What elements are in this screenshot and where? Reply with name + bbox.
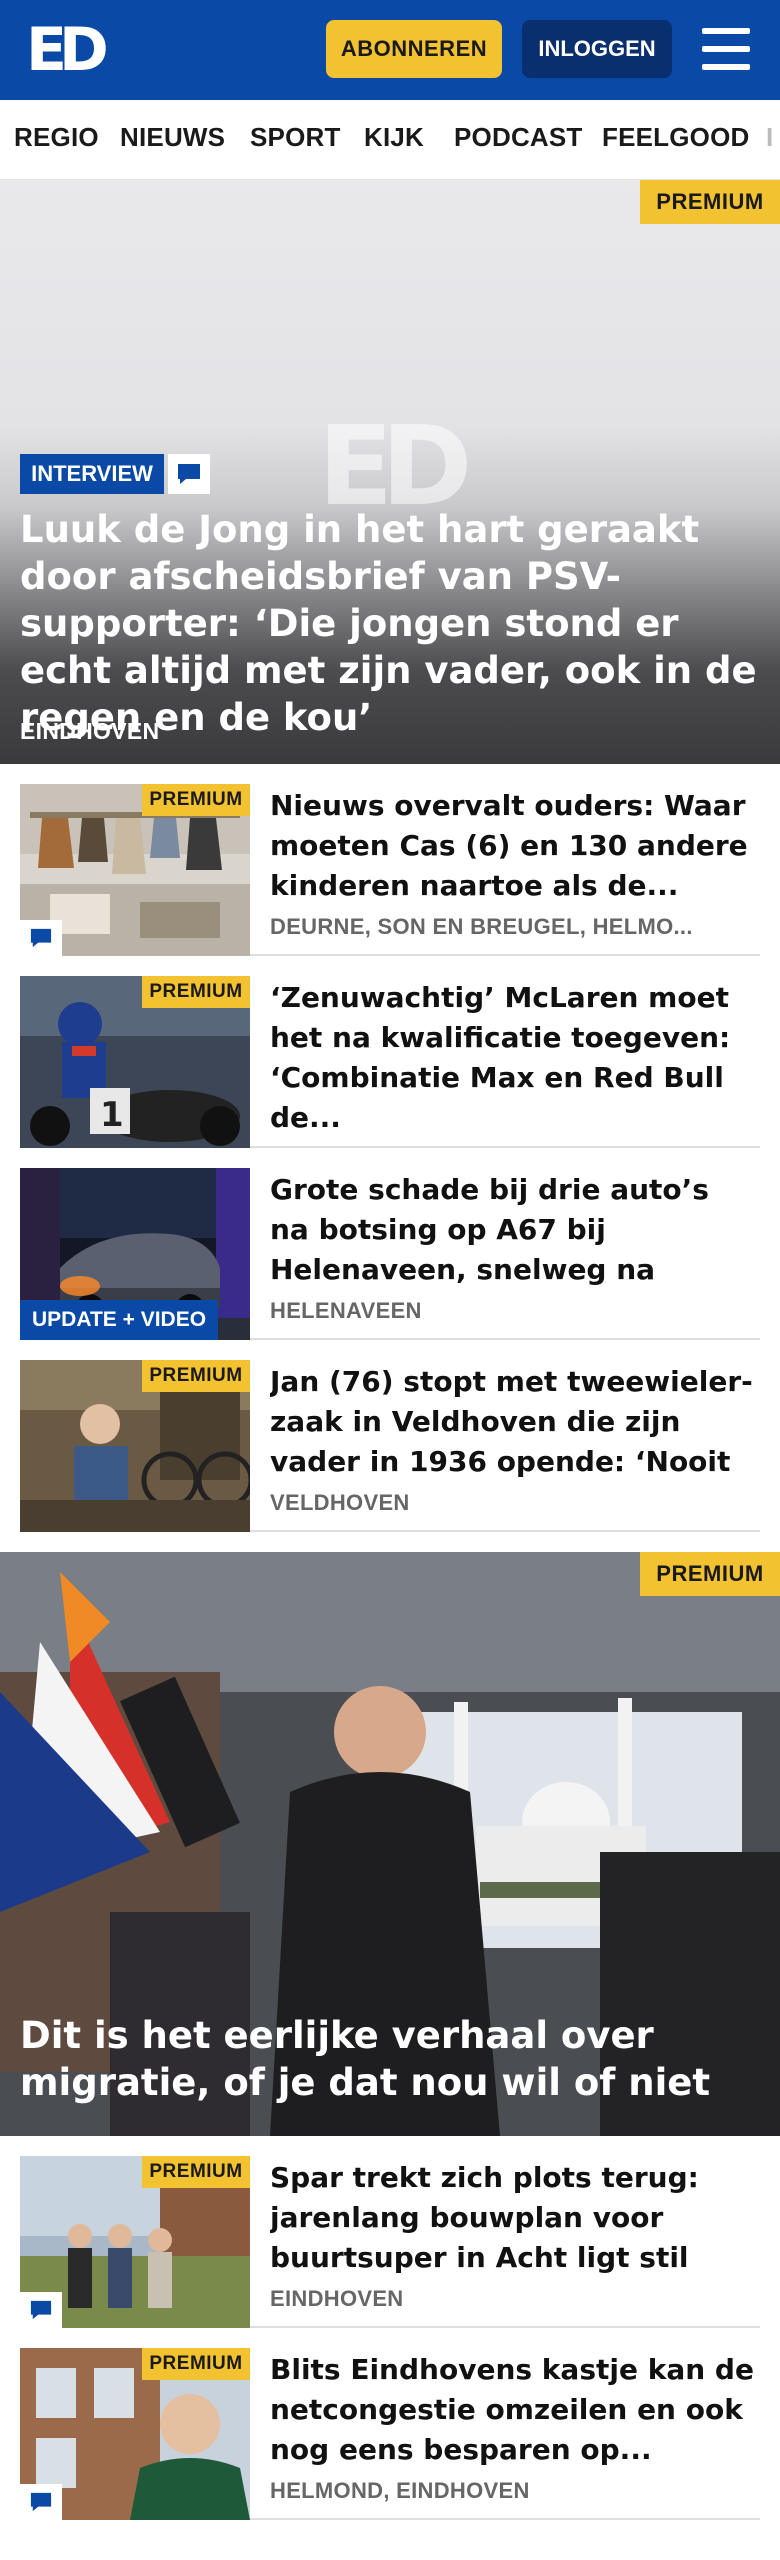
article-item[interactable]: UPDATE + VIDEO Grote schade bij drie aut… — [20, 1168, 760, 1340]
article-headline[interactable]: Blits Eindhovens kastje kan de netconges… — [270, 2350, 756, 2470]
nav-item-podcast[interactable]: PODCAST — [454, 122, 583, 153]
hamburger-menu-icon[interactable] — [700, 24, 752, 74]
article-item[interactable]: PREMIUM Spar trekt zich plots terug: jar… — [20, 2156, 760, 2328]
subscribe-button[interactable]: ABONNEREN — [326, 20, 502, 78]
nav-item-overflow[interactable]: I — [766, 122, 773, 153]
article-item[interactable]: PREMIUM Nieuws overvalt ouders: Waar moe… — [20, 784, 760, 956]
feature-headline[interactable]: Dit is het eerlijke verhaal over migrati… — [20, 2012, 760, 2106]
top-header: ED ABONNEREN INLOGGEN — [0, 0, 780, 100]
interview-tag: INTERVIEW — [20, 454, 164, 494]
premium-badge: PREMIUM — [142, 976, 250, 1008]
article-location: HELMOND, EINDHOVEN — [270, 2478, 530, 2503]
article-headline[interactable]: Grote schade bij drie auto’s na botsing … — [270, 1170, 756, 1290]
logo-text: ED — [26, 15, 109, 85]
comment-icon — [20, 920, 62, 956]
article-location: DEURNE, SON EN BREUGEL, HELMO... — [270, 914, 693, 939]
article-item[interactable]: 1 PREMIUM ‘Zenuwachtig’ McLaren moet het… — [20, 976, 760, 1148]
article-thumbnail[interactable]: PREMIUM — [20, 1360, 250, 1532]
premium-badge: PREMIUM — [640, 1552, 780, 1596]
premium-badge: PREMIUM — [142, 1360, 250, 1392]
article-thumbnail[interactable]: PREMIUM — [20, 2348, 250, 2520]
premium-badge: PREMIUM — [142, 2156, 250, 2188]
article-headline[interactable]: Spar trekt zich plots terug: jarenlang b… — [270, 2158, 756, 2278]
nav-item-regio[interactable]: REGIO — [14, 122, 99, 153]
comment-icon — [20, 2292, 62, 2328]
premium-badge: PREMIUM — [142, 784, 250, 816]
premium-badge: PREMIUM — [142, 2348, 250, 2380]
login-button[interactable]: INLOGGEN — [522, 20, 672, 78]
article-thumbnail[interactable]: PREMIUM — [20, 2156, 250, 2328]
nav-item-nieuws[interactable]: NIEUWS — [120, 122, 225, 153]
article-thumbnail[interactable]: PREMIUM — [20, 784, 250, 956]
premium-badge: PREMIUM — [640, 180, 780, 224]
update-video-label: UPDATE + VIDEO — [20, 1300, 219, 1340]
comment-icon — [168, 454, 210, 494]
article-thumbnail[interactable]: 1 PREMIUM — [20, 976, 250, 1148]
hero-headline[interactable]: Luuk de Jong in het hart geraakt door af… — [20, 506, 760, 741]
article-item[interactable]: PREMIUM Blits Eindhovens kastje kan de n… — [20, 2348, 760, 2520]
article-thumbnail[interactable]: UPDATE + VIDEO — [20, 1168, 250, 1340]
hero-article[interactable]: ED PREMIUM INTERVIEW Luuk de Jong in het… — [0, 180, 780, 764]
article-location: EINDHOVEN — [270, 2286, 404, 2311]
hero-location: EINDHOVEN — [20, 718, 160, 744]
article-location: VELDHOVEN — [270, 1490, 410, 1515]
ed-logo[interactable]: ED — [26, 18, 118, 82]
comment-icon — [20, 2484, 62, 2520]
nav-item-kijk[interactable]: KIJK — [364, 122, 424, 153]
section-nav: REGIO NIEUWS SPORT KIJK PODCAST FEELGOOD… — [0, 100, 780, 180]
article-item[interactable]: PREMIUM Jan (76) stopt met tweewieler-za… — [20, 1360, 760, 1532]
article-headline[interactable]: ‘Zenuwachtig’ McLaren moet het na kwalif… — [270, 978, 756, 1138]
article-headline[interactable]: Jan (76) stopt met tweewieler-zaak in Ve… — [270, 1362, 756, 1482]
svg-text:1: 1 — [100, 1095, 124, 1135]
feature-article[interactable]: PREMIUM Dit is het eerlijke verhaal over… — [0, 1552, 780, 2136]
nav-item-feelgood[interactable]: FEELGOOD — [602, 122, 750, 153]
nav-item-sport[interactable]: SPORT — [250, 122, 341, 153]
article-location: HELENAVEEN — [270, 1298, 422, 1323]
